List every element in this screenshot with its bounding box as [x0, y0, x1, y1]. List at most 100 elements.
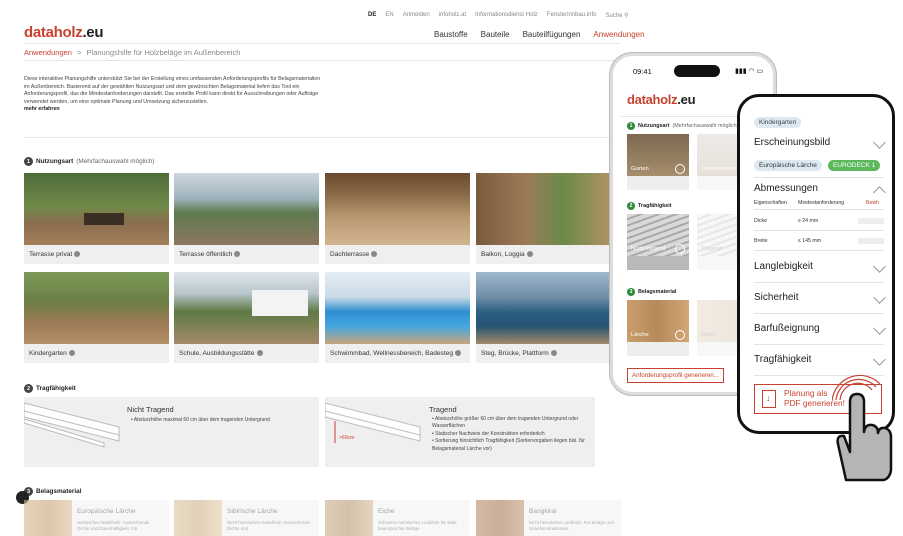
phone-section-usage: 1 Nutzungsart (Mehrfachauswahl möglich) [627, 122, 738, 130]
divider [754, 177, 884, 178]
info-icon[interactable] [455, 350, 462, 356]
usage-card-terrace-private[interactable]: Terrasse privat [24, 173, 169, 264]
more-link[interactable]: mehr erfahren [24, 106, 324, 114]
info-icon[interactable] [550, 350, 557, 356]
phone-section-material: 3 Belagsmaterial [627, 288, 676, 296]
chevron-up-icon [873, 186, 886, 199]
row-value-width: ≤ 145 mm [798, 238, 822, 244]
section-number: 1 [24, 157, 33, 166]
window-link[interactable]: Fensterinnbau.info [547, 12, 597, 19]
infoholz-link[interactable]: infoholz.at [439, 12, 466, 19]
info-icon[interactable] [234, 251, 241, 257]
usage-card-roof-terrace[interactable]: Dachterrasse [325, 173, 470, 264]
divider [754, 313, 884, 314]
section-subtitle: (Mehrfachauswahl möglich) [76, 158, 155, 165]
accordion-durability[interactable]: Langlebigkeit [754, 260, 886, 273]
material-card-oak[interactable]: Eiche Schweres heimisches Laubholz für s… [325, 500, 470, 536]
divider [754, 230, 884, 231]
lang-en-link[interactable]: EN [385, 12, 393, 19]
nav-baustoffe[interactable]: Baustoffe [434, 30, 468, 39]
roof-terrace-image [325, 173, 470, 245]
load-card-non-bearing[interactable]: Nicht Tragend Absturzhöhe maximal 60 cm … [24, 397, 319, 467]
search-link[interactable]: Suche ⚲ [605, 12, 628, 19]
breadcrumb-sep: > [77, 48, 82, 57]
accordion-title: Barfußeignung [754, 323, 820, 334]
usage-card-jetty[interactable]: Steg, Brücke, Plattform [476, 272, 621, 363]
section-usage-heading: 1 Nutzungsart (Mehrfachauswahl möglich) [24, 157, 154, 166]
divider [24, 137, 620, 138]
phone-card-larch[interactable]: Lärche [627, 300, 689, 356]
load-card-bearing[interactable]: >60cm Tragend Absturzhöhe größer 60 cm ü… [325, 397, 595, 467]
phone-card-non-bearing[interactable]: Nicht tragend [627, 214, 689, 270]
card-label: Schwimmbad, Wellnessbereich, Badesteg [330, 350, 454, 357]
usage-card-terrace-public[interactable]: Terrasse öffentlich [174, 173, 319, 264]
nav-anwendungen[interactable]: Anwendungen [593, 30, 644, 39]
login-link[interactable]: Anmelden [403, 12, 430, 19]
info-icon[interactable] [256, 350, 263, 356]
material-name: Bangkirai [529, 508, 557, 515]
phone-notch [674, 65, 720, 77]
accordion-title: Abmessungen [754, 183, 818, 194]
height-dimension: >60cm [339, 435, 355, 441]
jetty-image [476, 272, 621, 344]
info-icon[interactable] [371, 251, 378, 257]
material-name: Sibirische Lärche [227, 508, 278, 515]
info-service-link[interactable]: Informationsdienst Holz [475, 12, 538, 19]
intro-text: Diese interaktive Planungshilfe unterstü… [24, 76, 324, 114]
material-card-larch[interactable]: Europäische Lärche Heimisches Nadelholz:… [24, 500, 169, 536]
rating-bar [858, 238, 884, 244]
breadcrumb-root[interactable]: Anwendungen [24, 48, 72, 57]
card-label: Eiche [701, 332, 716, 338]
usage-card-school[interactable]: Schule, Ausbildungsstätte [174, 272, 319, 363]
divider [24, 60, 620, 61]
bullet: Statischer Nachweis der Konstruktion erf… [432, 431, 592, 438]
card-label: Lärche [631, 332, 649, 338]
breadcrumb-current: Planungshilfe für Holzbeläge im Außenber… [86, 48, 241, 57]
info-icon[interactable] [526, 251, 533, 257]
accordion-dimensions[interactable]: Abmessungen [754, 183, 886, 199]
info-icon[interactable] [68, 350, 75, 356]
accordion-load-capacity[interactable]: Tragfähigkeit [754, 353, 886, 366]
wood-swatch [24, 500, 72, 536]
usage-card-balcony[interactable]: Balkon, Loggia [476, 173, 621, 264]
info-icon[interactable] [74, 251, 81, 257]
load-card-title: Tragend [429, 405, 457, 414]
divider [754, 282, 884, 283]
phone-card-garden[interactable]: Garten [627, 134, 689, 190]
tap-hand-icon [832, 374, 893, 482]
main-nav: Baustoffe Bauteile Bauteilfügungen Anwen… [434, 30, 645, 39]
accordion-barefoot[interactable]: Barfußeignung [754, 322, 886, 335]
wood-swatch [325, 500, 373, 536]
row-value-thickness: ≥ 24 mm [798, 218, 819, 224]
material-card-siberian-larch[interactable]: Sibirische Lärche Nicht heimisches Nadel… [174, 500, 319, 536]
nav-bauteile[interactable]: Bauteile [481, 30, 510, 39]
school-image [174, 272, 319, 344]
breadcrumb: Anwendungen > Planungshilfe für Holzbelä… [24, 48, 240, 57]
accordion-safety[interactable]: Sicherheit [754, 291, 886, 304]
site-logo[interactable]: dataholz.eu [24, 24, 104, 41]
lang-de-link[interactable]: DE [368, 12, 376, 19]
phone-logo[interactable]: dataholz.eu [627, 92, 696, 107]
card-label: Nicht tragend [631, 246, 666, 252]
card-label: Terrasse öffentlich [179, 251, 233, 258]
logo-part2: .eu [677, 92, 696, 107]
material-name: Eiche [378, 508, 395, 515]
accordion-appearance[interactable]: Erscheinungsbild [754, 136, 886, 149]
section-title: Tragfähigkeit [638, 203, 672, 209]
card-label: Dachterrasse [330, 251, 370, 258]
card-label: Kindergarten [29, 350, 67, 357]
nav-bauteilfuegungen[interactable]: Bauteilfügungen [523, 30, 581, 39]
card-label: Terrasse privat [29, 251, 73, 258]
divider [754, 344, 884, 345]
balcony-image [476, 173, 621, 245]
wood-swatch [174, 500, 222, 536]
material-card-bangkirai[interactable]: Bangkirai Nicht heimisches Laubholz: Für… [476, 500, 621, 536]
usage-card-kindergarten[interactable]: Kindergarten [24, 272, 169, 363]
usage-card-pool[interactable]: Schwimmbad, Wellnessbereich, Badesteg [325, 272, 470, 363]
section-number: 3 [627, 288, 635, 296]
divider [754, 250, 884, 251]
check-icon [675, 330, 685, 340]
chevron-down-icon [873, 136, 886, 149]
card-label: Tragend [701, 246, 723, 252]
generate-profile-button[interactable]: Anforderungsprofil generieren... [627, 368, 725, 383]
